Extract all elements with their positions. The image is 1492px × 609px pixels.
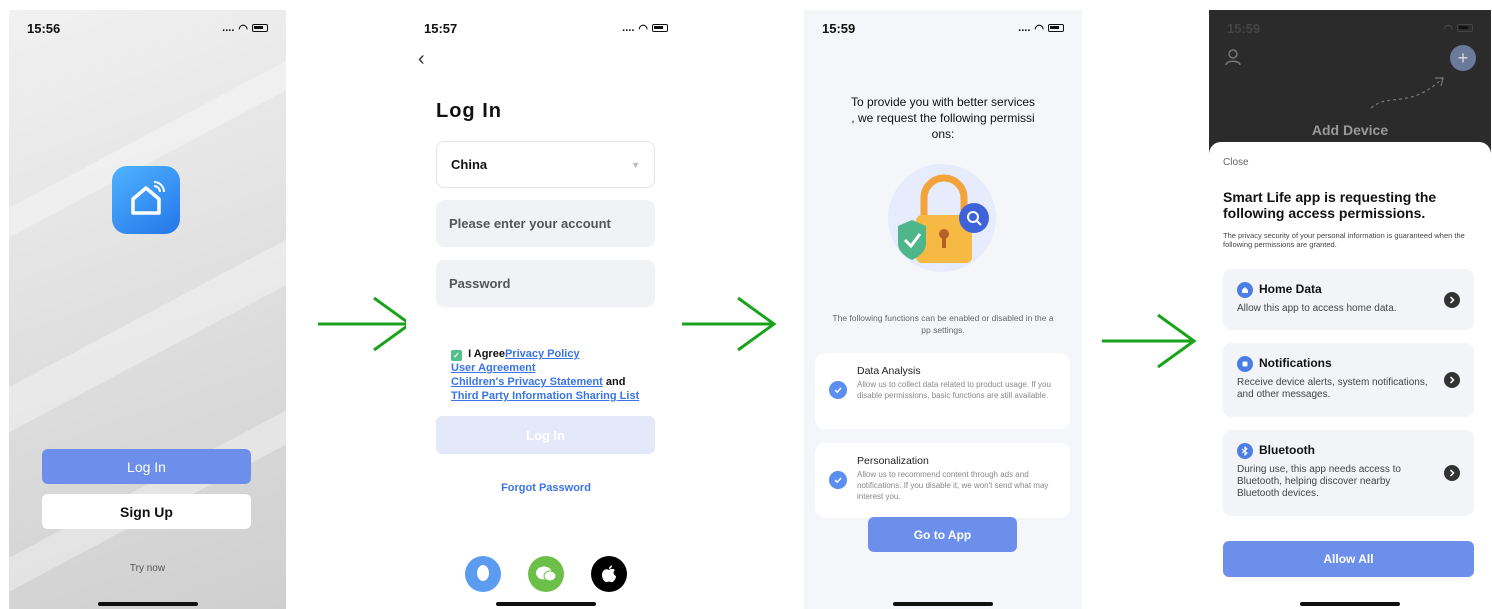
permissions-note: The following functions can be enabled o… <box>832 313 1054 335</box>
permission-title: Data Analysis <box>857 365 921 377</box>
signal-icon: .... <box>1018 22 1031 34</box>
status-time: 15:57 <box>424 20 458 36</box>
country-value: China <box>451 157 488 172</box>
permission-item-home-data[interactable]: Home Data Allow this app to access home … <box>1223 269 1474 330</box>
wifi-icon: ◠ <box>1034 22 1044 35</box>
password-input[interactable]: Password <box>436 260 655 307</box>
home-indicator <box>97 602 198 606</box>
user-icon[interactable] <box>1225 48 1241 66</box>
permission-title: Home Data <box>1259 282 1322 297</box>
status-bar: 15:59 ◠ <box>1209 10 1491 46</box>
chevron-right-icon[interactable] <box>1444 291 1460 308</box>
wifi-icon: ◠ <box>1443 22 1453 35</box>
status-icons: .... ◠ <box>222 22 268 35</box>
login-screen: 15:57 .... ◠ ‹ Log In China ▼ Please ent… <box>406 10 686 609</box>
light-stripe <box>9 213 286 447</box>
go-to-app-button[interactable]: Go to App <box>868 517 1017 552</box>
permissions-heading: To provide you with better services , we… <box>850 95 1036 141</box>
access-permissions-screen: 15:59 ◠ + Add Device Close Smart Life ap… <box>1209 10 1491 609</box>
battery-icon <box>252 24 268 32</box>
status-time: 15:59 <box>1227 20 1261 36</box>
status-bar: 15:56 .... ◠ <box>9 10 286 46</box>
signup-button[interactable]: Sign Up <box>42 494 251 529</box>
permission-title: Personalization <box>857 455 929 467</box>
close-button[interactable]: Close <box>1223 157 1249 168</box>
add-device-plus-icon[interactable]: + <box>1450 45 1476 71</box>
bell-icon <box>1237 356 1253 372</box>
permission-item-bluetooth[interactable]: Bluetooth During use, this app needs acc… <box>1223 430 1474 516</box>
dropdown-arrow-icon: ▼ <box>631 159 640 170</box>
permissions-screen: 15:59 .... ◠ To provide you with better … <box>804 10 1082 609</box>
signal-icon: .... <box>622 22 635 34</box>
check-icon[interactable] <box>829 471 847 489</box>
user-agreement-link[interactable]: User Agreement <box>451 362 536 374</box>
home-indicator <box>1300 602 1400 606</box>
signal-icon: .... <box>222 22 235 34</box>
third-party-link[interactable]: Third Party Information Sharing List <box>451 390 639 402</box>
bluetooth-icon <box>1237 443 1253 459</box>
agree-text: I Agree <box>468 348 505 360</box>
agreement-block: ✓ I AgreePrivacy Policy User Agreement C… <box>451 347 639 403</box>
and-text: and <box>605 376 626 388</box>
add-device-label: Add Device <box>1311 122 1389 138</box>
permission-card-personalization[interactable]: Personalization Allow us to recommend co… <box>815 443 1070 518</box>
permission-sheet: Close Smart Life app is requesting the f… <box>1209 142 1491 609</box>
welcome-screen: 15:56 .... ◠ Log In Sign Up Try now <box>9 10 286 609</box>
login-button[interactable]: Log In <box>42 449 251 484</box>
home-icon <box>131 181 165 215</box>
permission-card-data-analysis[interactable]: Data Analysis Allow us to collect data r… <box>815 353 1070 429</box>
forgot-password-link[interactable]: Forgot Password <box>406 482 686 494</box>
login-submit-button[interactable]: Log In <box>436 416 655 454</box>
agree-checkbox[interactable]: ✓ <box>451 350 462 361</box>
page-title: Log In <box>436 100 502 122</box>
home-indicator <box>496 602 596 606</box>
status-icons: ◠ <box>1443 22 1473 35</box>
permission-desc: Allow us to recommend content through ad… <box>857 470 1049 501</box>
wifi-icon: ◠ <box>238 22 248 35</box>
flow-arrow-icon <box>682 296 777 352</box>
privacy-policy-link[interactable]: Privacy Policy <box>505 348 580 360</box>
wifi-icon: ◠ <box>638 22 648 35</box>
permission-item-notifications[interactable]: Notifications Receive device alerts, sys… <box>1223 343 1474 417</box>
battery-icon <box>652 24 668 32</box>
apple-login-icon[interactable] <box>591 556 627 592</box>
permission-desc: Allow this app to access home data. <box>1237 303 1397 314</box>
back-icon[interactable]: ‹ <box>418 48 425 71</box>
flow-arrow-icon <box>1102 313 1197 369</box>
chevron-right-icon[interactable] <box>1444 372 1460 388</box>
app-logo <box>112 166 180 234</box>
wechat-login-icon[interactable] <box>528 556 564 592</box>
permission-desc: Receive device alerts, system notificati… <box>1237 377 1428 400</box>
status-time: 15:56 <box>27 20 61 36</box>
status-icons: .... ◠ <box>622 22 668 35</box>
chevron-right-icon[interactable] <box>1444 465 1460 481</box>
battery-icon <box>1048 24 1064 32</box>
status-icons: .... ◠ <box>1018 22 1064 35</box>
country-select[interactable]: China ▼ <box>436 141 655 188</box>
children-privacy-link[interactable]: Children's Privacy Statement <box>451 376 603 388</box>
home-icon <box>1237 282 1253 298</box>
try-now-link[interactable]: Try now <box>9 563 286 574</box>
dashed-hint-arrow-icon <box>1370 77 1444 109</box>
status-bar: 15:57 .... ◠ <box>406 10 686 46</box>
battery-icon <box>1457 24 1473 32</box>
account-input[interactable]: Please enter your account <box>436 200 655 247</box>
lock-illustration-icon <box>888 164 996 272</box>
permission-title: Notifications <box>1259 356 1332 371</box>
permission-desc: Allow us to collect data related to prod… <box>857 380 1051 400</box>
check-icon[interactable] <box>829 381 847 399</box>
flow-arrow-icon <box>318 296 413 352</box>
qq-login-icon[interactable] <box>465 556 501 592</box>
sheet-title: Smart Life app is requesting the followi… <box>1223 189 1437 221</box>
permission-desc: During use, this app needs access to Blu… <box>1237 464 1401 499</box>
allow-all-button[interactable]: Allow All <box>1223 541 1474 577</box>
status-time: 15:59 <box>822 20 856 36</box>
home-indicator <box>893 602 993 606</box>
status-bar: 15:59 .... ◠ <box>804 10 1082 46</box>
permission-title: Bluetooth <box>1259 443 1315 458</box>
sheet-subtitle: The privacy security of your personal in… <box>1223 231 1465 249</box>
